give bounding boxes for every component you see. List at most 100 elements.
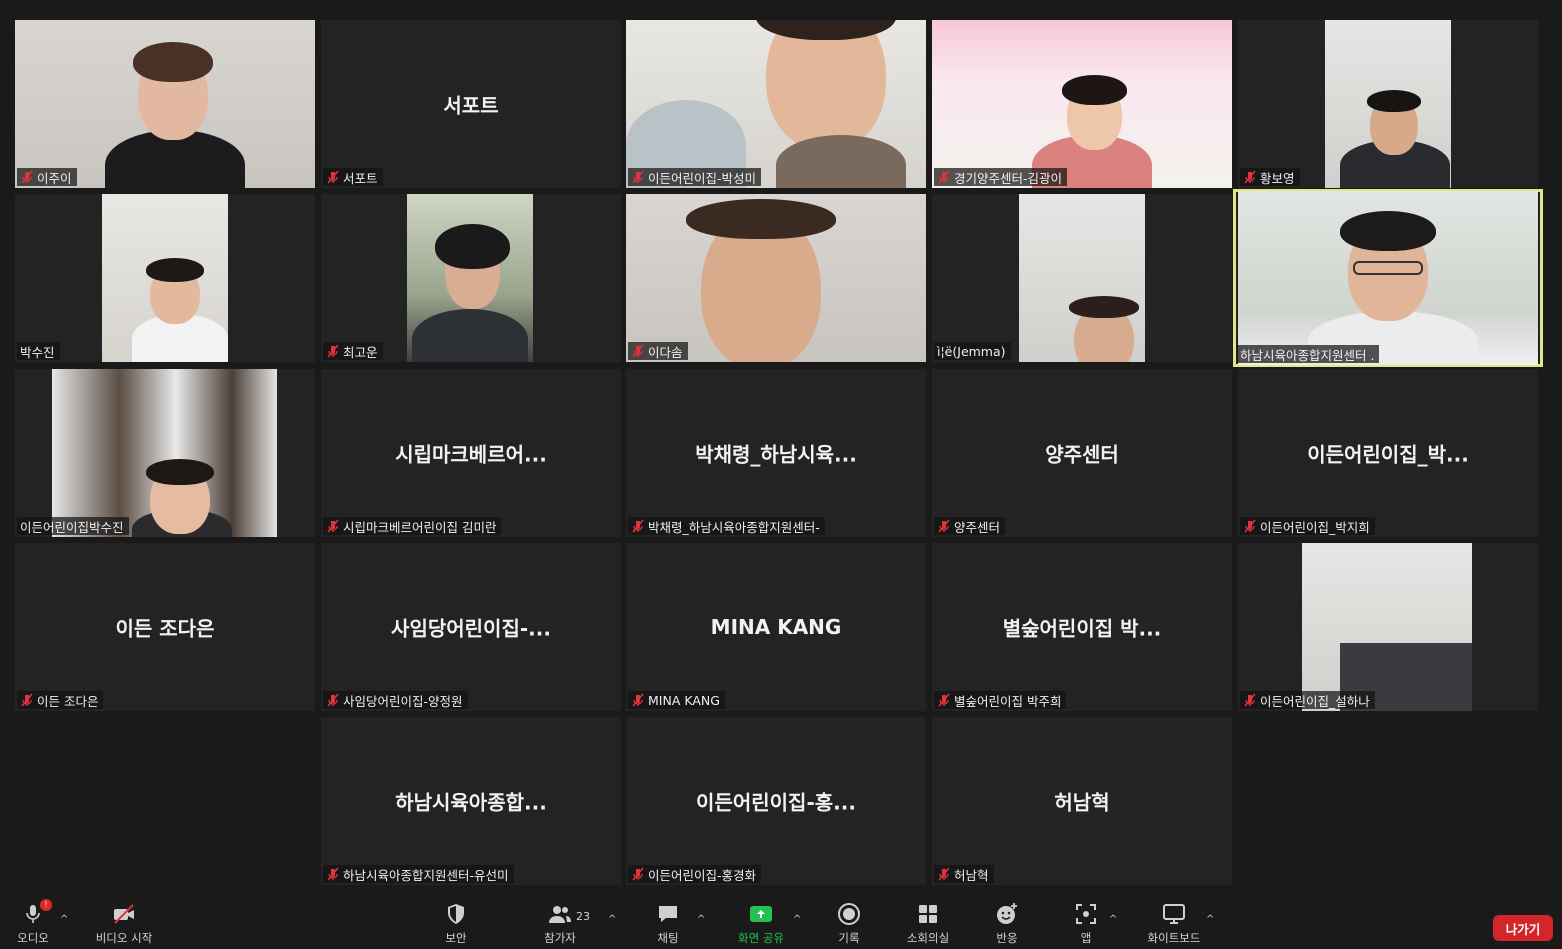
share-screen-button[interactable]: 화면 공유 [726,902,796,946]
participant-tile[interactable]: 황보영 [1238,20,1538,188]
participant-tile[interactable]: 양주센터 양주센터 [932,369,1232,537]
video-gallery: 이주이 서포트 서포트 이든어린이집-박성미 경기양주센터-김광이 황보영 박수… [0,0,1562,890]
participant-tile[interactable]: 시립마크베르어... 시립마크베르어린이집 김미란 [321,369,621,537]
participant-tile[interactable]: 이든어린이집_박... 이든어린이집_박지희 [1238,369,1538,537]
participant-video [15,20,315,188]
participant-tile[interactable]: ì¦ë(Jemma) [932,194,1232,362]
participant-name-label: 하남시육아종합지원센터 . [1237,345,1380,363]
participant-tile[interactable]: 박수진 [15,194,315,362]
muted-mic-icon [632,519,644,533]
reactions-label: 반응 [996,931,1018,945]
reactions-button[interactable]: 반응 [972,902,1042,946]
meeting-toolbar: ! 오디오 ^ 비디오 시작 보안 참가자 23 ^ 채팅 ^ 화면 공유 ^ … [0,890,1562,949]
participant-name-label: 이든어린이집-박성미 [628,168,762,186]
shield-icon [448,904,464,924]
participant-name: 하남시육아종합지원센터-유선미 [343,867,509,883]
participant-name-label: 박수진 [17,342,60,360]
participant-tile[interactable]: 최고운 [321,194,621,362]
participant-display-name: 하남시육아종합... [395,790,547,815]
participant-display-name: 서포트 [443,93,499,118]
participant-name-label: 이다솜 [628,342,688,360]
audio-label: 오디오 [17,931,49,945]
participant-tile[interactable]: 이든어린이집_설하나 [1238,543,1538,711]
participant-name: 별숲어린이집 박주희 [954,693,1062,709]
participant-name-label: 이든어린이집_박지희 [1240,517,1375,535]
participant-display-name: 이든 조다은 [115,616,215,641]
participant-tile[interactable]: MINA KANG MINA KANG [626,543,926,711]
whiteboard-icon [1163,904,1185,924]
muted-mic-icon [632,693,644,707]
whiteboard-button[interactable]: 화이트보드 [1139,902,1209,946]
participant-name-label: 서포트 [323,168,383,186]
start-video-button[interactable]: 비디오 시작 [89,902,159,946]
active-speaker-tile[interactable]: 하남시육아종합지원센터 . [1233,189,1543,367]
muted-mic-icon [21,170,33,184]
participant-name: 시립마크베르어린이집 김미란 [343,519,497,535]
participant-name-label: 이든 조다은 [17,691,104,709]
participant-name: 허남혁 [954,867,989,883]
leave-meeting-button[interactable]: 나가기 [1493,915,1553,941]
participant-video [1302,543,1472,711]
participant-name-label: 경기양주센터-김광이 [934,168,1068,186]
participant-tile[interactable]: 서포트 서포트 [321,20,621,188]
participant-name-label: 박채령_하남시육아종합지원센터- [628,517,825,535]
participant-tile[interactable]: 이든 조다은 이든 조다은 [15,543,315,711]
record-button[interactable]: 기록 [814,902,884,946]
people-icon [549,906,571,923]
participant-name-label: 양주센터 [934,517,1006,535]
share-screen-icon [750,906,772,922]
chat-button[interactable]: 채팅 [633,902,703,946]
breakout-rooms-label: 소회의실 [906,931,950,945]
record-label: 기록 [838,931,860,945]
muted-mic-icon [938,519,950,533]
share-options-caret-icon[interactable]: ^ [793,914,801,925]
muted-mic-icon [1244,519,1256,533]
participant-name-label: 사임당어린이집-양정원 [323,691,468,709]
participant-name-label: 별숲어린이집 박주희 [934,691,1067,709]
participant-tile[interactable]: 사임당어린이집-... 사임당어린이집-양정원 [321,543,621,711]
muted-mic-icon [938,170,950,184]
muted-mic-icon [327,693,339,707]
participant-name: 양주센터 [954,519,1001,535]
participant-name: 이든어린이집_박지희 [1260,519,1370,535]
participants-count: 23 [576,910,590,923]
muted-mic-icon [938,867,950,881]
participant-tile[interactable]: 이다솜 [626,194,926,362]
participant-tile[interactable]: 하남시육아종합... 하남시육아종합지원센터-유선미 [321,717,621,885]
participants-button[interactable]: 참가자 [525,902,595,946]
participant-tile[interactable]: 별숲어린이집 박... 별숲어린이집 박주희 [932,543,1232,711]
whiteboard-label: 화이트보드 [1147,931,1201,945]
participants-options-caret-icon[interactable]: ^ [608,914,616,925]
muted-mic-icon [938,693,950,707]
participants-label: 참가자 [544,931,576,945]
breakout-rooms-button[interactable]: 소회의실 [893,902,963,946]
participant-video [1325,20,1451,188]
participant-display-name: 이든어린이집-홍... [696,790,856,815]
participant-video [407,194,533,362]
muted-mic-icon [327,519,339,533]
audio-button[interactable]: ! 오디오 [0,899,68,946]
participant-name: 이든어린이집-홍경화 [648,867,757,883]
participant-name: 황보영 [1260,170,1295,186]
apps-options-caret-icon[interactable]: ^ [1109,914,1117,925]
participant-tile[interactable]: 경기양주센터-김광이 [932,20,1232,188]
muted-mic-icon [21,693,33,707]
participant-name: 이주이 [37,170,72,186]
participant-tile[interactable]: 허남혁 허남혁 [932,717,1232,885]
participant-tile[interactable]: 이든어린이집-박성미 [626,20,926,188]
participant-tile[interactable]: 이주이 [15,20,315,188]
muted-mic-icon [327,867,339,881]
security-button[interactable]: 보안 [421,902,491,946]
participant-name: 서포트 [343,170,378,186]
chat-options-caret-icon[interactable]: ^ [697,914,705,925]
participant-tile[interactable]: 이든어린이집박수진 [15,369,315,537]
participant-display-name: 박채령_하남시육... [695,442,857,467]
participant-video [1238,191,1538,365]
participant-tile[interactable]: 박채령_하남시육... 박채령_하남시육아종합지원센터- [626,369,926,537]
whiteboard-options-caret-icon[interactable]: ^ [1206,914,1214,925]
participant-name: ì¦ë(Jemma) [937,343,1006,359]
muted-mic-icon [327,344,339,358]
audio-options-caret-icon[interactable]: ^ [60,914,68,925]
participant-display-name: 허남혁 [1054,790,1110,815]
participant-tile[interactable]: 이든어린이집-홍... 이든어린이집-홍경화 [626,717,926,885]
